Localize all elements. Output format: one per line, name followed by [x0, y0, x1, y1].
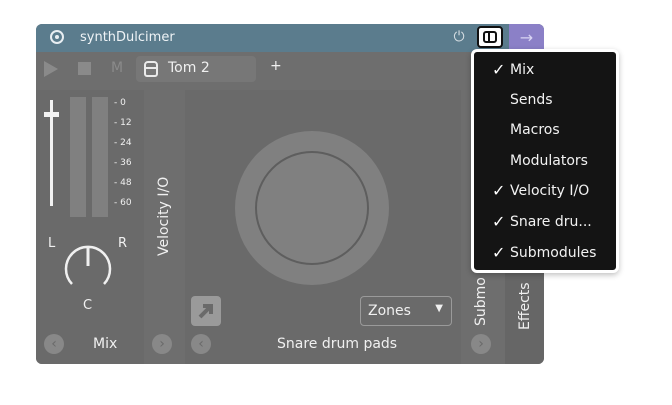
meter-tick: - 0 — [114, 98, 126, 108]
meter-tick: - 12 — [114, 118, 132, 128]
snare-pads-panel: Zones ▼ ‹ Snare drum pads — [185, 90, 461, 364]
menu-item-sends[interactable]: Sends — [474, 86, 616, 116]
meter-tick: - 24 — [114, 138, 132, 148]
zones-value: Zones — [368, 303, 411, 319]
velocity-label: Velocity I/O — [156, 176, 172, 256]
checkmark-icon: ✓ — [492, 212, 506, 231]
mix-prev-button[interactable]: ‹ — [44, 334, 64, 354]
fader-handle[interactable] — [44, 112, 59, 117]
meter-tick: - 48 — [114, 178, 132, 188]
menu-item-snare-drum[interactable]: ✓ Snare dru... — [474, 208, 616, 238]
menu-item-mix[interactable]: ✓ Mix — [474, 56, 616, 86]
menu-item-label: Velocity I/O — [510, 183, 590, 199]
add-button[interactable]: + — [270, 58, 282, 74]
pan-left-label: L — [48, 236, 56, 251]
zones-dropdown[interactable]: Zones ▼ — [360, 296, 452, 326]
pan-knob[interactable] — [62, 242, 114, 294]
meter-tick: - 60 — [114, 198, 132, 208]
expand-icon[interactable] — [191, 296, 221, 326]
drum-pad-inner — [255, 151, 369, 265]
menu-item-submodules[interactable]: ✓ Submodules — [474, 239, 616, 269]
arrow-right-icon[interactable]: → — [509, 24, 544, 52]
submodules-label: Submo — [473, 277, 489, 326]
device-rack: synthDulcimer ⏻ → M Tom 2 + - 0 - 12 - 2… — [36, 24, 544, 364]
chevron-down-icon: ▼ — [435, 303, 443, 314]
meter-tick: - 36 — [114, 158, 132, 168]
panels-menu: ✓ Mix Sends Macros Modulators ✓ Velocity… — [471, 49, 619, 273]
drum-icon — [144, 61, 158, 77]
checkmark-icon: ✓ — [492, 243, 506, 262]
title-bar: synthDulcimer ⏻ → — [36, 24, 544, 52]
menu-item-modulators[interactable]: Modulators — [474, 147, 616, 177]
device-icon[interactable] — [50, 30, 64, 44]
menu-item-label: Sends — [510, 92, 553, 108]
effects-label: Effects — [517, 282, 533, 330]
pan-center-label: C — [83, 298, 93, 313]
sidebar-panel-icon — [483, 31, 497, 43]
level-meter-right — [92, 97, 108, 217]
velocity-panel: Velocity I/O › — [148, 90, 181, 364]
stop-icon[interactable] — [78, 62, 91, 75]
device-title: synthDulcimer — [80, 30, 175, 45]
menu-item-label: Mix — [510, 62, 535, 78]
menu-item-label: Modulators — [510, 153, 588, 169]
checkmark-icon: ✓ — [492, 181, 506, 200]
menu-item-label: Snare dru... — [510, 214, 592, 230]
power-icon[interactable]: ⏻ — [451, 29, 467, 45]
level-meter-left — [70, 97, 86, 217]
mix-label: Mix — [93, 336, 118, 352]
menu-item-label: Submodules — [510, 245, 597, 261]
checkmark-icon: ✓ — [492, 60, 506, 79]
instrument-selector[interactable]: Tom 2 — [136, 56, 256, 82]
pan-right-label: R — [118, 236, 128, 251]
pads-prev-button[interactable]: ‹ — [191, 334, 211, 354]
panel-toggle-button[interactable] — [477, 26, 503, 48]
menu-item-velocity[interactable]: ✓ Velocity I/O — [474, 177, 616, 207]
mute-button[interactable]: M — [111, 60, 123, 76]
play-icon[interactable] — [44, 61, 58, 77]
submodules-next-button[interactable]: › — [471, 334, 491, 354]
drum-pad[interactable] — [235, 131, 389, 285]
menu-item-label: Macros — [510, 122, 560, 138]
instrument-name: Tom 2 — [168, 60, 210, 76]
velocity-next-button[interactable]: › — [152, 334, 172, 354]
menu-item-macros[interactable]: Macros — [474, 116, 616, 146]
mix-panel: - 0 - 12 - 24 - 36 - 48 - 60 L R C ‹ Mix — [36, 90, 144, 364]
toolbar: M Tom 2 + — [36, 52, 544, 86]
pads-label: Snare drum pads — [277, 336, 398, 352]
